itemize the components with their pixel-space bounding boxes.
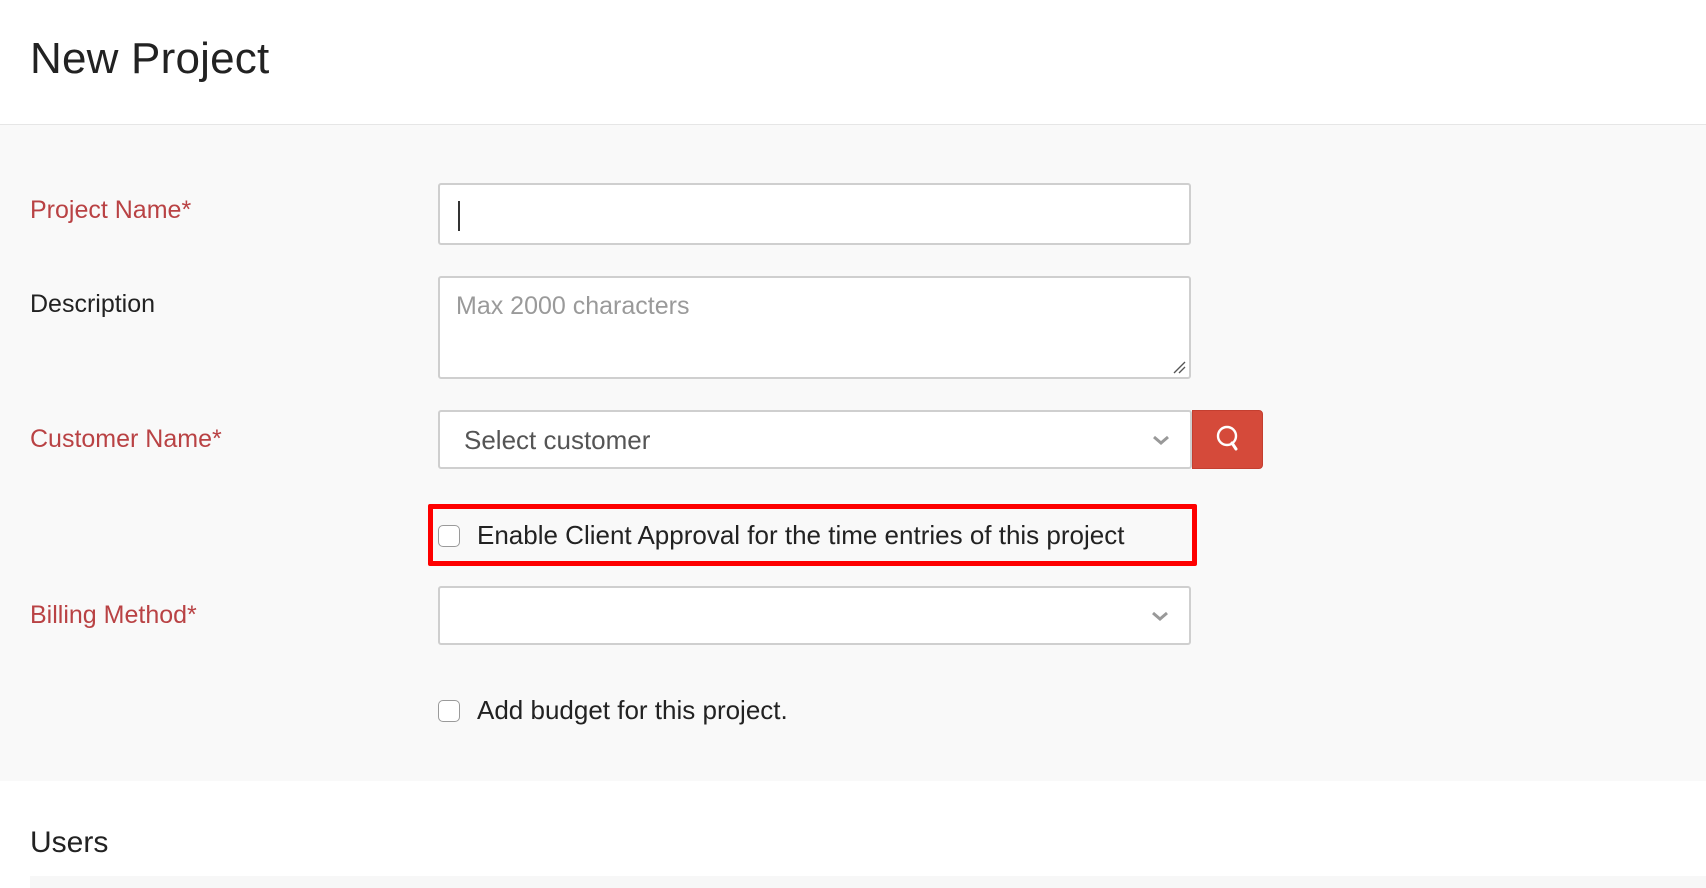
billing-method-label: Billing Method* <box>30 601 197 629</box>
billing-method-select[interactable] <box>438 586 1191 645</box>
users-table-header <box>30 876 1706 888</box>
customer-select[interactable]: Select customer <box>438 410 1192 469</box>
description-textarea[interactable]: Max 2000 characters <box>438 276 1191 379</box>
chevron-down-icon <box>1153 435 1169 445</box>
page-title: New Project <box>30 34 270 83</box>
page-header: New Project <box>0 0 1706 125</box>
resize-handle-icon[interactable] <box>1172 360 1186 374</box>
client-approval-checkbox[interactable] <box>438 525 460 547</box>
description-label: Description <box>30 290 156 318</box>
chevron-down-icon <box>1152 611 1168 621</box>
customer-select-placeholder: Select customer <box>464 425 651 455</box>
project-name-input[interactable] <box>438 183 1191 245</box>
customer-search-button[interactable] <box>1192 410 1263 469</box>
users-section-title: Users <box>30 826 109 859</box>
search-icon <box>1216 425 1238 451</box>
description-placeholder: Max 2000 characters <box>456 292 690 320</box>
client-approval-label[interactable]: Enable Client Approval for the time entr… <box>477 520 1124 551</box>
add-budget-label[interactable]: Add budget for this project. <box>477 695 788 726</box>
customer-name-label: Customer Name* <box>30 425 222 453</box>
add-budget-checkbox[interactable] <box>438 700 460 722</box>
project-name-label: Project Name* <box>30 196 192 224</box>
text-caret <box>458 201 460 231</box>
